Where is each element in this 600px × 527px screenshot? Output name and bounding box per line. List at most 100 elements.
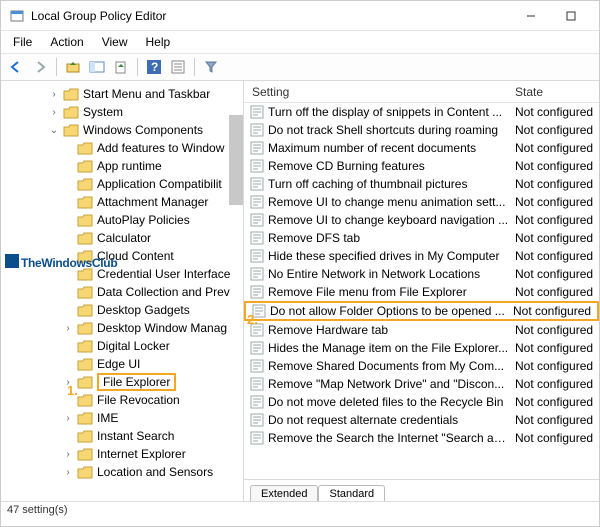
tree-node[interactable]: ›Start Menu and Taskbar (7, 85, 243, 103)
setting-row[interactable]: Remove CD Burning featuresNot configured (244, 157, 599, 175)
expand-icon[interactable]: › (47, 89, 61, 100)
column-setting[interactable]: Setting (244, 85, 515, 99)
setting-label: Remove DFS tab (268, 231, 515, 245)
tree-node[interactable]: Calculator (7, 229, 243, 247)
tree-node[interactable]: ›Desktop Window Manag (7, 319, 243, 337)
setting-state: Not configured (515, 267, 599, 281)
setting-row[interactable]: Remove "Map Network Drive" and "Discon..… (244, 375, 599, 393)
folder-icon (77, 178, 93, 191)
policy-icon (250, 231, 264, 245)
tree-node[interactable]: App runtime (7, 157, 243, 175)
tree-node[interactable]: ›Location and Sensors (7, 463, 243, 481)
setting-row[interactable]: Remove DFS tabNot configured (244, 229, 599, 247)
tree-node[interactable]: Digital Locker (7, 337, 243, 355)
maximize-button[interactable] (551, 2, 591, 30)
menu-action[interactable]: Action (42, 33, 91, 51)
svg-text:?: ? (151, 60, 158, 74)
properties-button[interactable] (167, 56, 189, 78)
expand-icon[interactable]: › (61, 413, 75, 424)
setting-state: Not configured (515, 123, 599, 137)
setting-label: Maximum number of recent documents (268, 141, 515, 155)
setting-row[interactable]: Hides the Manage item on the File Explor… (244, 339, 599, 357)
setting-row[interactable]: Hide these specified drives in My Comput… (244, 247, 599, 265)
tree-node[interactable]: Data Collection and Prev (7, 283, 243, 301)
tree-label: System (83, 105, 123, 119)
setting-label: Do not request alternate credentials (268, 413, 515, 427)
tree-node[interactable]: › IME (7, 409, 243, 427)
policy-icon (250, 413, 264, 427)
setting-row[interactable]: Remove the Search the Internet "Search a… (244, 429, 599, 447)
tree-node[interactable]: Attachment Manager (7, 193, 243, 211)
tree-label: IME (97, 411, 118, 425)
setting-row[interactable]: Do not track Shell shortcuts during roam… (244, 121, 599, 139)
filter-button[interactable] (200, 56, 222, 78)
tree-node[interactable]: File Revocation (7, 391, 243, 409)
tree-node[interactable]: Edge UI (7, 355, 243, 373)
expand-icon[interactable]: › (47, 107, 61, 118)
menu-view[interactable]: View (94, 33, 136, 51)
expand-icon[interactable]: › (61, 467, 75, 478)
setting-row[interactable]: Turn off caching of thumbnail picturesNo… (244, 175, 599, 193)
expand-icon[interactable]: › (61, 449, 75, 460)
settings-list[interactable]: Turn off the display of snippets in Cont… (244, 103, 599, 479)
content-area: ›Start Menu and Taskbar›System⌄Windows C… (1, 81, 599, 501)
setting-row[interactable]: Remove File menu from File ExplorerNot c… (244, 283, 599, 301)
folder-icon (77, 304, 93, 317)
tab-standard[interactable]: Standard (318, 485, 385, 501)
export-button[interactable] (110, 56, 132, 78)
tree-node[interactable]: ⌄Windows Components (7, 121, 243, 139)
setting-row[interactable]: Remove UI to change keyboard navigation … (244, 211, 599, 229)
menu-bar: File Action View Help (1, 31, 599, 53)
tree-scrollbar[interactable] (229, 115, 243, 205)
setting-row[interactable]: Maximum number of recent documentsNot co… (244, 139, 599, 157)
column-state[interactable]: State (515, 85, 599, 99)
tree-label: Credential User Interface (97, 267, 230, 281)
tree-node[interactable]: › System (7, 103, 243, 121)
setting-row[interactable]: Do not allow Folder Options to be opened… (244, 301, 599, 321)
tree-label: File Explorer (97, 373, 176, 391)
policy-icon (250, 267, 264, 281)
tree-node[interactable]: Cloud Content (7, 247, 243, 265)
setting-state: Not configured (515, 395, 599, 409)
menu-file[interactable]: File (5, 33, 40, 51)
tree-node[interactable]: Add features to Window (7, 139, 243, 157)
window-title: Local Group Policy Editor (31, 9, 166, 23)
back-button[interactable] (5, 56, 27, 78)
setting-state: Not configured (515, 213, 599, 227)
folder-icon (77, 448, 93, 461)
folder-icon (77, 430, 93, 443)
policy-tree[interactable]: ›Start Menu and Taskbar›System⌄Windows C… (1, 85, 243, 481)
menu-help[interactable]: Help (138, 33, 179, 51)
minimize-button[interactable] (511, 2, 551, 30)
policy-icon (250, 105, 264, 119)
tree-node[interactable]: ›File Explorer (7, 373, 243, 391)
setting-row[interactable]: Turn off the display of snippets in Cont… (244, 103, 599, 121)
tab-extended[interactable]: Extended (250, 485, 318, 501)
tree-node[interactable]: Instant Search (7, 427, 243, 445)
show-hide-tree-button[interactable] (86, 56, 108, 78)
setting-row[interactable]: Do not move deleted files to the Recycle… (244, 393, 599, 411)
expand-icon[interactable]: › (61, 323, 75, 334)
tree-pane: ›Start Menu and Taskbar›System⌄Windows C… (1, 81, 244, 501)
tree-node[interactable]: Application Compatibilit (7, 175, 243, 193)
title-bar: Local Group Policy Editor (1, 1, 599, 31)
folder-icon (63, 124, 79, 137)
folder-icon (77, 322, 93, 335)
expand-icon[interactable]: ⌄ (47, 125, 61, 136)
column-headers[interactable]: Setting State (244, 81, 599, 103)
forward-button[interactable] (29, 56, 51, 78)
setting-row[interactable]: Remove Hardware tabNot configured (244, 321, 599, 339)
setting-state: Not configured (515, 195, 599, 209)
setting-row[interactable]: Do not request alternate credentialsNot … (244, 411, 599, 429)
setting-row[interactable]: No Entire Network in Network LocationsNo… (244, 265, 599, 283)
setting-row[interactable]: Remove Shared Documents from My Com...No… (244, 357, 599, 375)
tree-label: Add features to Window (97, 141, 224, 155)
setting-row[interactable]: Remove UI to change menu animation sett.… (244, 193, 599, 211)
tree-node[interactable]: Credential User Interface (7, 265, 243, 283)
setting-label: Remove Shared Documents from My Com... (268, 359, 515, 373)
tree-node[interactable]: ›Internet Explorer (7, 445, 243, 463)
tree-node[interactable]: Desktop Gadgets (7, 301, 243, 319)
tree-node[interactable]: AutoPlay Policies (7, 211, 243, 229)
up-button[interactable] (62, 56, 84, 78)
help-button[interactable]: ? (143, 56, 165, 78)
